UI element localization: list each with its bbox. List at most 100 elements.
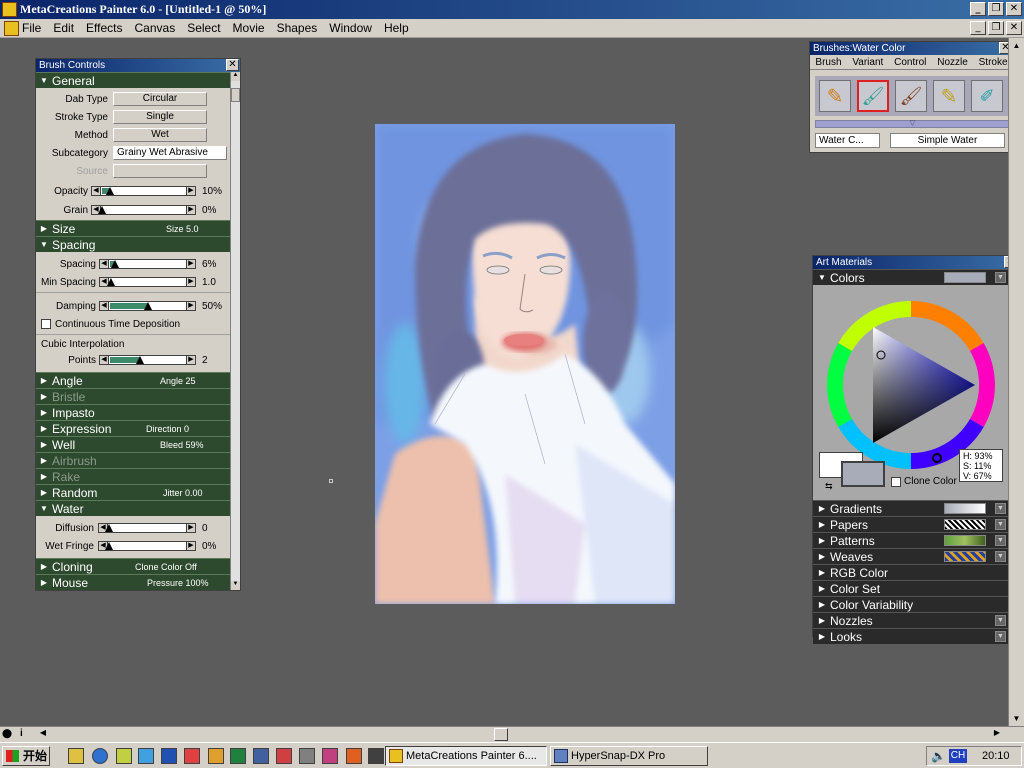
marker-brush-icon[interactable]: ✐ <box>971 80 1003 112</box>
continuous-checkbox[interactable] <box>41 319 51 329</box>
hscroll-right-arrow[interactable]: ▶ <box>990 728 1004 741</box>
section-nozzles[interactable]: ▶ Nozzles ▼ <box>813 612 1008 628</box>
section-patterns[interactable]: ▶ Patterns ▼ <box>813 532 1008 548</box>
section-spacing[interactable]: ▼ Spacing <box>36 236 230 252</box>
section-expression[interactable]: ▶ Expression Direction 0 <box>36 420 230 436</box>
hscroll-left-arrow[interactable]: ◀ <box>36 728 50 741</box>
painter-app-icon[interactable] <box>2 2 17 17</box>
section-color-variability[interactable]: ▶ Color Variability <box>813 596 1008 612</box>
wet-fringe-slider[interactable]: ◀ ▶ <box>98 541 196 551</box>
menu-movie[interactable]: Movie <box>233 21 265 35</box>
volume-icon[interactable]: 🔈 <box>931 749 946 763</box>
menu-shapes[interactable]: Shapes <box>277 21 318 35</box>
vscroll-down-arrow[interactable]: ▼ <box>1009 711 1024 726</box>
quicklaunch-acrobat-icon[interactable] <box>184 748 200 764</box>
brush-controls-close-button[interactable]: ✕ <box>226 59 239 71</box>
subcategory-field[interactable]: Grainy Wet Abrasive <box>113 146 227 160</box>
menu-select[interactable]: Select <box>187 21 220 35</box>
section-well[interactable]: ▶ Well Bleed 59% <box>36 436 230 452</box>
method-field[interactable]: Wet <box>113 128 207 142</box>
hscroll-thumb[interactable] <box>494 728 508 741</box>
points-slider[interactable]: ◀ ▶ <box>99 355 196 365</box>
stroke-type-field[interactable]: Single <box>113 110 207 124</box>
section-looks[interactable]: ▶ Looks ▼ <box>813 628 1008 644</box>
menu-file[interactable]: File <box>22 21 41 35</box>
crayon-brush-icon[interactable]: ✎ <box>933 80 965 112</box>
gradients-dropdown-icon[interactable]: ▼ <box>995 503 1006 514</box>
swap-colors-icon[interactable]: ⇆ <box>825 481 833 492</box>
section-rake[interactable]: ▶ Rake <box>36 468 230 484</box>
task-hypersnap-button[interactable]: HyperSnap-DX Pro <box>550 746 708 766</box>
document-horizontal-scrollbar[interactable]: ⬤ i ◀ ▶ <box>0 726 1024 742</box>
quicklaunch-camera-icon[interactable] <box>299 748 315 764</box>
opacity-slider[interactable]: ◀ ▶ <box>91 186 196 196</box>
colors-dropdown-icon[interactable]: ▼ <box>995 272 1006 283</box>
document-vertical-scrollbar[interactable]: ▲ ▼ <box>1008 38 1024 726</box>
maximize-button[interactable]: ❐ <box>988 2 1004 16</box>
doc-close-button[interactable]: ✕ <box>1006 21 1022 35</box>
clone-color-checkbox[interactable] <box>891 477 901 487</box>
dab-type-field[interactable]: Circular <box>113 92 207 106</box>
info-icon[interactable]: i <box>20 728 32 741</box>
quicklaunch-word-icon[interactable] <box>161 748 177 764</box>
papers-dropdown-icon[interactable]: ▼ <box>995 519 1006 530</box>
brush-variant-field[interactable]: Simple Water <box>890 133 1005 148</box>
clock[interactable]: 20:10 <box>982 750 1010 762</box>
quicklaunch-settings-icon[interactable] <box>253 748 269 764</box>
section-water[interactable]: ▼ Water <box>36 500 230 516</box>
pencil-brush-icon[interactable]: ✎ <box>819 80 851 112</box>
scroll-down-arrow[interactable]: ▼ <box>231 581 240 590</box>
oil-brush-icon[interactable]: 🖌 <box>895 80 927 112</box>
tab-control[interactable]: Control <box>894 57 926 68</box>
minimize-button[interactable]: _ <box>970 2 986 16</box>
diffusion-slider[interactable]: ◀ ▶ <box>98 523 196 533</box>
section-airbrush[interactable]: ▶ Airbrush <box>36 452 230 468</box>
quicklaunch-paint-icon[interactable] <box>276 748 292 764</box>
section-angle[interactable]: ▶ Angle Angle 25 <box>36 372 230 388</box>
menu-edit[interactable]: Edit <box>53 21 74 35</box>
section-colors[interactable]: ▼ Colors ▼ <box>813 269 1008 285</box>
close-button[interactable]: ✕ <box>1006 2 1022 16</box>
language-indicator[interactable]: CH <box>949 749 967 763</box>
spacing-slider[interactable]: ◀ ▶ <box>99 259 196 269</box>
section-rgb-color[interactable]: ▶ RGB Color <box>813 564 1008 580</box>
quicklaunch-app-icon[interactable] <box>116 748 132 764</box>
doc-minimize-button[interactable]: _ <box>970 21 986 35</box>
start-button[interactable]: 开始 <box>2 746 50 766</box>
quicklaunch-tool-icon[interactable] <box>230 748 246 764</box>
section-cloning[interactable]: ▶ Cloning Clone Color Off <box>36 558 230 574</box>
nozzles-dropdown-icon[interactable]: ▼ <box>995 615 1006 626</box>
painting-canvas[interactable] <box>375 124 675 604</box>
section-papers[interactable]: ▶ Papers ▼ <box>813 516 1008 532</box>
section-weaves[interactable]: ▶ Weaves ▼ <box>813 548 1008 564</box>
brush-category-field[interactable]: Water C... <box>815 133 880 148</box>
watercolor-brush-icon[interactable]: 🖌 <box>857 80 889 112</box>
tab-variant[interactable]: Variant <box>852 57 883 68</box>
tab-nozzle[interactable]: Nozzle <box>937 57 968 68</box>
doc-restore-button[interactable]: ❐ <box>988 21 1004 35</box>
section-general[interactable]: ▼ General <box>36 72 230 88</box>
section-impasto[interactable]: ▶ Impasto <box>36 404 230 420</box>
quicklaunch-misc-icon[interactable] <box>368 748 384 764</box>
scroll-thumb[interactable] <box>231 88 240 102</box>
status-icon[interactable]: ⬤ <box>2 728 16 741</box>
section-gradients[interactable]: ▶ Gradients ▼ <box>813 500 1008 516</box>
section-size[interactable]: ▶ Size Size 5.0 <box>36 220 230 236</box>
patterns-dropdown-icon[interactable]: ▼ <box>995 535 1006 546</box>
primary-color-swatch[interactable] <box>841 461 885 487</box>
quicklaunch-ie-icon[interactable] <box>92 748 108 764</box>
document-icon[interactable] <box>4 21 19 36</box>
menu-canvas[interactable]: Canvas <box>135 21 176 35</box>
damping-slider[interactable]: ◀ ▶ <box>99 301 196 311</box>
vscroll-up-arrow[interactable]: ▲ <box>1009 38 1024 53</box>
task-painter-button[interactable]: MetaCreations Painter 6.... <box>385 746 547 766</box>
scroll-up-arrow[interactable]: ▲ <box>231 72 240 81</box>
section-random[interactable]: ▶ Random Jitter 0.00 <box>36 484 230 500</box>
weaves-dropdown-icon[interactable]: ▼ <box>995 551 1006 562</box>
tab-brush[interactable]: Brush <box>815 57 841 68</box>
looks-dropdown-icon[interactable]: ▼ <box>995 631 1006 642</box>
quicklaunch-desktop-icon[interactable] <box>138 748 154 764</box>
source-field[interactable] <box>113 164 207 178</box>
quicklaunch-media-icon[interactable] <box>322 748 338 764</box>
quicklaunch-explorer-icon[interactable] <box>208 748 224 764</box>
